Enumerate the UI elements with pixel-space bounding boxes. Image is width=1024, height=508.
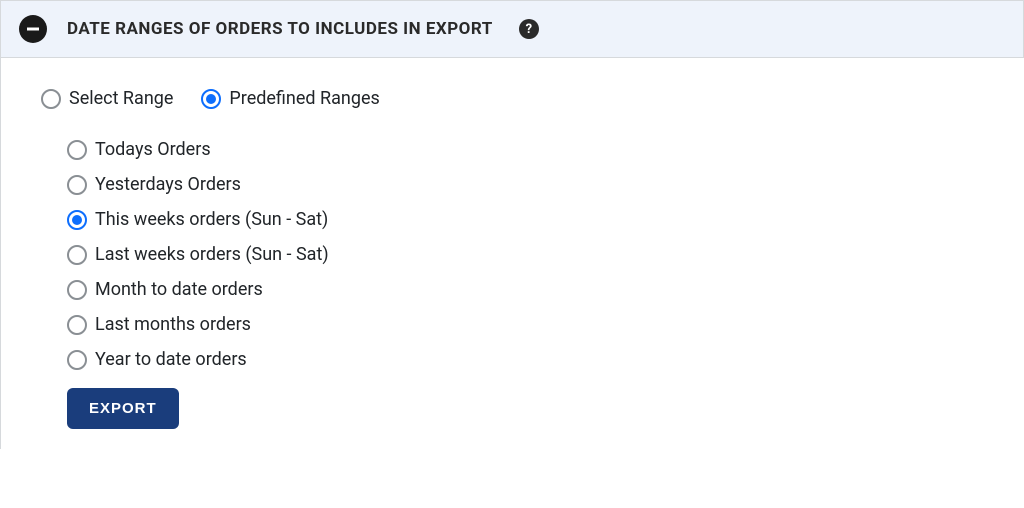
radio-icon: [67, 210, 87, 230]
radio-icon: [41, 89, 61, 109]
predefined-options-list: Todays Orders Yesterdays Orders This wee…: [41, 139, 984, 370]
radio-label: Select Range: [69, 88, 173, 109]
radio-icon: [67, 350, 87, 370]
radio-last-months-orders[interactable]: Last months orders: [67, 314, 984, 335]
radio-select-range[interactable]: Select Range: [41, 88, 173, 109]
radio-icon: [67, 280, 87, 300]
radio-icon: [67, 175, 87, 195]
range-mode-row: Select Range Predefined Ranges: [41, 88, 984, 109]
radio-month-to-date-orders[interactable]: Month to date orders: [67, 279, 984, 300]
radio-label: Todays Orders: [95, 139, 211, 160]
panel-header: DATE RANGES OF ORDERS TO INCLUDES IN EXP…: [0, 0, 1024, 58]
panel-title: DATE RANGES OF ORDERS TO INCLUDES IN EXP…: [67, 19, 493, 39]
collapse-icon[interactable]: [19, 15, 47, 43]
radio-icon: [67, 315, 87, 335]
radio-icon: [67, 245, 87, 265]
radio-label: This weeks orders (Sun - Sat): [95, 209, 328, 230]
radio-todays-orders[interactable]: Todays Orders: [67, 139, 984, 160]
radio-year-to-date-orders[interactable]: Year to date orders: [67, 349, 984, 370]
radio-yesterdays-orders[interactable]: Yesterdays Orders: [67, 174, 984, 195]
help-icon[interactable]: ?: [519, 19, 539, 39]
radio-label: Last weeks orders (Sun - Sat): [95, 244, 329, 265]
radio-label: Year to date orders: [95, 349, 247, 370]
radio-label: Yesterdays Orders: [95, 174, 241, 195]
radio-label: Month to date orders: [95, 279, 263, 300]
radio-icon: [67, 140, 87, 160]
radio-predefined-ranges[interactable]: Predefined Ranges: [201, 88, 379, 109]
radio-label: Last months orders: [95, 314, 251, 335]
radio-icon: [201, 89, 221, 109]
radio-this-weeks-orders[interactable]: This weeks orders (Sun - Sat): [67, 209, 984, 230]
export-button[interactable]: EXPORT: [67, 388, 179, 429]
radio-label: Predefined Ranges: [229, 88, 379, 109]
panel-body: Select Range Predefined Ranges Todays Or…: [0, 58, 1024, 449]
radio-last-weeks-orders[interactable]: Last weeks orders (Sun - Sat): [67, 244, 984, 265]
